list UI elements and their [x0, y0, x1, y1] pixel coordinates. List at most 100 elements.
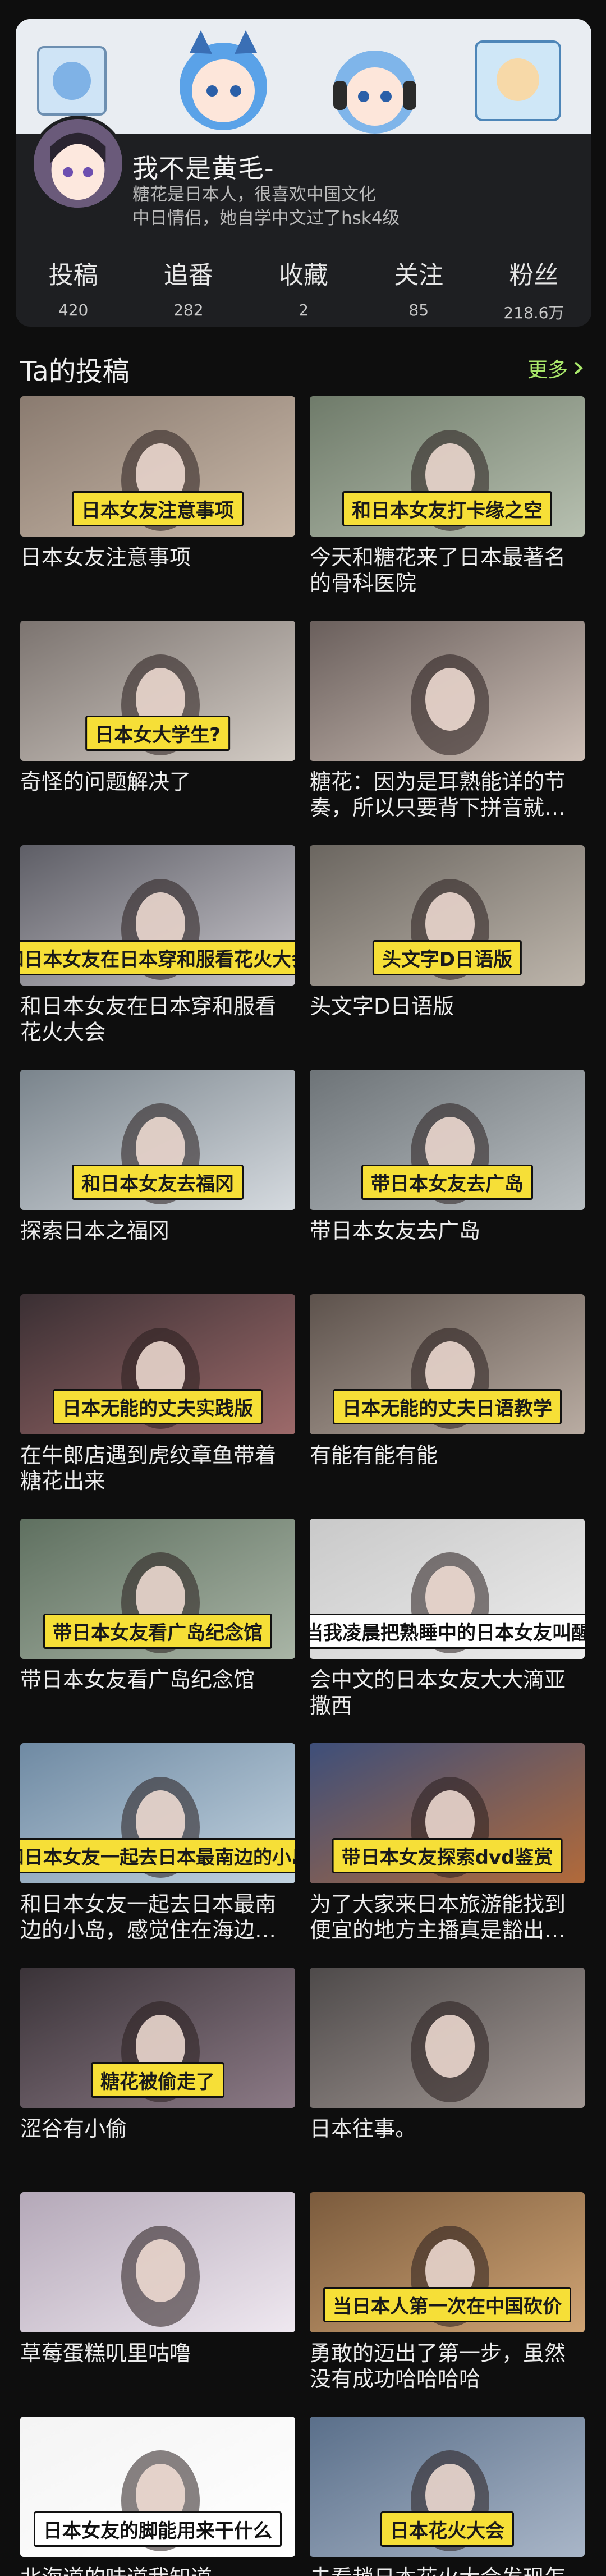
video-card[interactable]: 日本女友的脚能用来干什么北海道的味道我知道: [20, 2417, 295, 2576]
video-title[interactable]: 和日本女友一起去日本最南边的小岛，感觉住在海边…: [20, 1891, 295, 1943]
profile-card: 我不是黄毛- 糖花是日本人，很喜欢中国文化 中日情侣，她自学中文过了hsk4级 …: [16, 19, 591, 327]
thumbnail-caption: 和日本女友在日本穿和服看花火大会: [20, 940, 295, 975]
thumbnail-caption: 日本女友的脚能用来干什么: [34, 2511, 282, 2547]
video-thumbnail[interactable]: 日本女友注意事项: [20, 396, 295, 537]
video-thumbnail[interactable]: 带日本女友去广岛: [310, 1070, 585, 1210]
video-title[interactable]: 在牛郎店遇到虎纹章鱼带着糖花出来: [20, 1442, 295, 1494]
thumbnail-image: [310, 621, 585, 761]
video-thumbnail[interactable]: [310, 1968, 585, 2108]
video-thumbnail[interactable]: 带日本女友看广岛纪念馆: [20, 1519, 295, 1659]
video-title[interactable]: 日本往事。: [310, 2116, 585, 2142]
thumbnail-caption: 和日本女友一起去日本最南边的小岛: [20, 1838, 295, 1873]
video-title[interactable]: 头文字D日语版: [310, 993, 585, 1019]
video-thumbnail[interactable]: 和日本女友打卡缘之空: [310, 396, 585, 537]
thumbnail-caption: 日本无能的丈夫日语教学: [333, 1389, 562, 1424]
stat-label: 粉丝: [509, 261, 559, 290]
avatar-image: [34, 119, 122, 208]
video-title[interactable]: 草莓蛋糕叽里咕噜: [20, 2340, 295, 2366]
video-thumbnail[interactable]: 带日本女友探索dvd鉴赏: [310, 1743, 585, 1883]
video-title[interactable]: 北海道的味道我知道: [20, 2565, 295, 2576]
profile-banner: [16, 19, 591, 134]
video-card[interactable]: 和日本女友打卡缘之空今天和糖花来了日本最著名的骨科医院: [310, 396, 585, 621]
video-card[interactable]: 日本往事。: [310, 1968, 585, 2192]
stat-label: 收藏: [279, 261, 328, 290]
more-link[interactable]: 更多: [527, 354, 585, 383]
video-grid: 日本女友注意事项 日本女友注意事项 和日本女友打卡缘之空 今天和糖花来了日本最著名的骨…: [20, 396, 585, 2576]
video-card[interactable]: 当我凌晨把熟睡中的日本女友叫醒会中文的日本女友大大滴亚撒西: [310, 1519, 585, 1743]
video-title[interactable]: 探索日本之福冈: [20, 1218, 295, 1244]
stat-favorites[interactable]: 收藏 2: [246, 255, 361, 319]
video-title[interactable]: 今天和糖花来了日本最著名的骨科医院: [310, 544, 585, 596]
thumbnail-caption: 当日本人第一次在中国砍价: [323, 2287, 571, 2322]
video-thumbnail[interactable]: 日本女友的脚能用来干什么: [20, 2417, 295, 2557]
thumbnail-caption: 和日本女友打卡缘之空: [342, 491, 552, 526]
thumbnail-caption: 日本花火大会: [380, 2511, 514, 2547]
video-title[interactable]: 日本女友注意事项: [20, 544, 295, 570]
video-thumbnail[interactable]: 日本女大学生?: [20, 621, 295, 761]
video-thumbnail[interactable]: 日本无能的丈夫实践版: [20, 1294, 295, 1434]
stat-value: 218.6万: [503, 304, 564, 322]
video-thumbnail[interactable]: 和日本女友在日本穿和服看花火大会: [20, 845, 295, 986]
thumbnail-caption: 糖花被偷走了: [91, 2062, 224, 2098]
stat-value: 85: [408, 301, 429, 319]
more-label: 更多: [527, 359, 568, 382]
video-card[interactable]: 日本无能的丈夫日语教学有能有能有能: [310, 1294, 585, 1519]
video-thumbnail[interactable]: [310, 621, 585, 761]
video-card[interactable]: 带日本女友探索dvd鉴赏为了大家来日本旅游能找到便宜的地方主播真是豁出…: [310, 1743, 585, 1968]
stat-label: 关注: [394, 261, 444, 290]
video-thumbnail[interactable]: 和日本女友一起去日本最南边的小岛: [20, 1743, 295, 1883]
stat-value: 2: [299, 301, 309, 319]
thumbnail-image: [20, 2192, 295, 2332]
video-thumbnail[interactable]: 和日本女友去福冈: [20, 1070, 295, 1210]
video-card[interactable]: 和日本女友一起去日本最南边的小岛和日本女友一起去日本最南边的小岛，感觉住在海边…: [20, 1743, 295, 1968]
thumbnail-caption: 和日本女友去福冈: [72, 1165, 244, 1200]
thumbnail-caption: 带日本女友看广岛纪念馆: [43, 1614, 272, 1649]
video-title[interactable]: 为了大家来日本旅游能找到便宜的地方主播真是豁出…: [310, 1891, 585, 1943]
video-title[interactable]: 有能有能有能: [310, 1442, 585, 1468]
video-thumbnail[interactable]: 当我凌晨把熟睡中的日本女友叫醒: [310, 1519, 585, 1659]
video-card[interactable]: 和日本女友在日本穿和服看花火大会 和日本女友在日本穿和服看花火大会: [20, 845, 295, 1070]
video-card[interactable]: 带日本女友去广岛 带日本女友去广岛: [310, 1070, 585, 1294]
stat-label: 投稿: [48, 261, 98, 290]
video-title[interactable]: 带日本女友去广岛: [310, 1218, 585, 1244]
stat-following[interactable]: 关注 85: [361, 255, 476, 319]
video-thumbnail[interactable]: 当日本人第一次在中国砍价: [310, 2192, 585, 2332]
video-title[interactable]: 带日本女友看广岛纪念馆: [20, 1667, 295, 1693]
username: 我不是黄毛-: [132, 153, 274, 184]
video-card[interactable]: 带日本女友看广岛纪念馆 带日本女友看广岛纪念馆: [20, 1519, 295, 1743]
video-card[interactable]: 草莓蛋糕叽里咕噜: [20, 2192, 295, 2417]
video-card[interactable]: 当日本人第一次在中国砍价勇敢的迈出了第一步，虽然没有成功哈哈哈哈: [310, 2192, 585, 2417]
video-card[interactable]: 糖花被偷走了涩谷有小偷: [20, 1968, 295, 2192]
stat-posts[interactable]: 投稿 420: [16, 255, 131, 319]
video-title[interactable]: 勇敢的迈出了第一步，虽然没有成功哈哈哈哈: [310, 2340, 585, 2392]
video-card[interactable]: 和日本女友去福冈探索日本之福冈: [20, 1070, 295, 1294]
video-thumbnail[interactable]: 头文字D日语版: [310, 845, 585, 986]
chevron-right-icon: [574, 361, 583, 375]
video-card[interactable]: 头文字D日语版 头文字D日语版: [310, 845, 585, 1070]
video-title[interactable]: 糖花：因为是耳熟能详的节奏，所以只要背下拼音就…: [310, 769, 585, 821]
bio-line: 糖花是日本人，很喜欢中国文化: [132, 185, 376, 205]
bio-line: 中日情侣，她自学中文过了hsk4级: [132, 208, 400, 228]
thumbnail-caption: 当我凌晨把熟睡中的日本女友叫醒: [310, 1614, 585, 1649]
video-thumbnail[interactable]: 糖花被偷走了: [20, 1968, 295, 2108]
stat-bangumi[interactable]: 追番 282: [131, 255, 246, 319]
section-title: Ta的投稿: [20, 356, 130, 387]
video-thumbnail[interactable]: 日本花火大会: [310, 2417, 585, 2557]
stat-value: 420: [58, 301, 89, 319]
stat-followers[interactable]: 粉丝 218.6万: [476, 255, 591, 322]
video-thumbnail[interactable]: 日本无能的丈夫日语教学: [310, 1294, 585, 1434]
video-card[interactable]: 日本无能的丈夫实践版在牛郎店遇到虎纹章鱼带着糖花出来: [20, 1294, 295, 1519]
video-title[interactable]: 去看趟日本花火大会发现怎么那么多高中生早恋的: [310, 2565, 585, 2576]
video-card[interactable]: 日本花火大会去看趟日本花火大会发现怎么那么多高中生早恋的: [310, 2417, 585, 2576]
video-title[interactable]: 会中文的日本女友大大滴亚撒西: [310, 1667, 585, 1718]
video-title[interactable]: 和日本女友在日本穿和服看花火大会: [20, 993, 295, 1045]
video-card[interactable]: 糖花：因为是耳熟能详的节奏，所以只要背下拼音就…: [310, 621, 585, 845]
video-title[interactable]: 奇怪的问题解决了: [20, 769, 295, 795]
thumbnail-caption: 带日本女友去广岛: [361, 1165, 533, 1200]
thumbnail-caption: 日本女大学生?: [85, 716, 230, 751]
video-card[interactable]: 日本女友注意事项 日本女友注意事项: [20, 396, 295, 621]
video-thumbnail[interactable]: [20, 2192, 295, 2332]
video-card[interactable]: 日本女大学生? 奇怪的问题解决了: [20, 621, 295, 845]
avatar[interactable]: [30, 116, 126, 211]
video-title[interactable]: 涩谷有小偷: [20, 2116, 295, 2142]
